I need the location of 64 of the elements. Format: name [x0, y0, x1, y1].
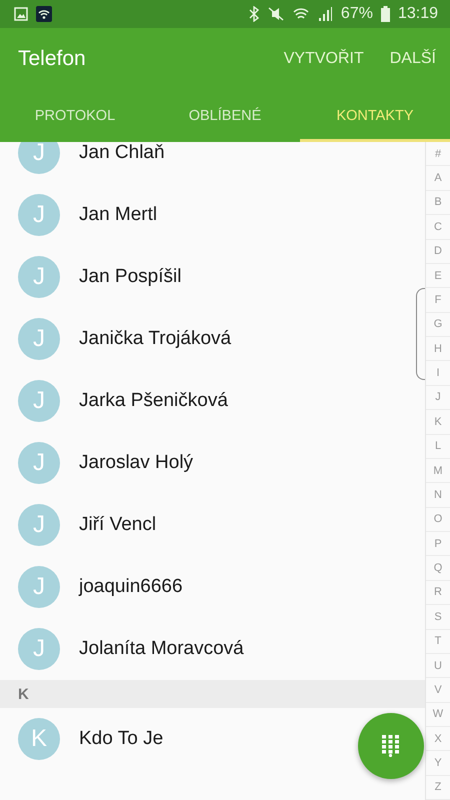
tab[interactable]: PROTOKOL — [0, 90, 150, 142]
gallery-icon — [14, 7, 28, 21]
battery-percent: 67% — [340, 5, 373, 23]
index-letter[interactable]: E — [426, 264, 450, 288]
index-letter[interactable]: M — [426, 458, 450, 484]
index-letter[interactable]: R — [426, 580, 450, 606]
index-letter[interactable]: V — [426, 678, 450, 703]
mute-icon — [266, 6, 285, 22]
index-letter[interactable]: Z — [426, 776, 450, 800]
action-button[interactable]: VYTVOŘIT — [284, 44, 364, 74]
index-letter[interactable]: Y — [426, 751, 450, 776]
app-title: Telefon — [18, 47, 86, 71]
index-letter[interactable]: W — [426, 702, 450, 727]
clock: 13:19 — [398, 5, 438, 23]
index-letter[interactable]: D — [426, 240, 450, 264]
contact-avatar: J — [18, 142, 60, 174]
contact-avatar: J — [18, 194, 60, 236]
contact-avatar: J — [18, 566, 60, 608]
index-letter[interactable]: P — [426, 532, 450, 556]
index-letter[interactable]: K — [426, 410, 450, 434]
alphabet-index[interactable]: # A B C D E F G H I J K L M N O P Q R S T U V W X Y Z — [425, 142, 450, 800]
contact-name[interactable]: Janička Trojáková — [79, 328, 232, 350]
index-letter[interactable]: Q — [426, 556, 450, 581]
index-letter[interactable]: # — [426, 142, 450, 166]
index-letter[interactable]: U — [426, 654, 450, 678]
battery-icon — [380, 6, 390, 22]
contact-name[interactable]: Jolaníta Moravcová — [79, 638, 244, 660]
contact-name[interactable]: Jan Pospíšil — [79, 266, 182, 288]
contact-name[interactable]: Jan Mertl — [79, 204, 158, 226]
bluetooth-icon — [248, 6, 259, 22]
contact-name[interactable]: Jaroslav Holý — [79, 452, 194, 474]
index-letter[interactable]: H — [426, 337, 450, 362]
dialpad-button[interactable] — [358, 713, 424, 779]
tab[interactable]: OBLÍBENÉ — [150, 90, 300, 142]
action-button[interactable]: DALŠÍ — [390, 44, 436, 74]
contact-name[interactable]: Jarka Pšeničková — [79, 390, 228, 412]
contact-avatar: J — [18, 380, 60, 422]
section-letter: K — [18, 686, 29, 702]
index-letter[interactable]: A — [426, 166, 450, 191]
index-letter[interactable]: S — [426, 605, 450, 630]
contact-name[interactable]: Kdo To Je — [79, 728, 164, 750]
dialpad-icon — [382, 735, 400, 757]
index-letter[interactable]: N — [426, 483, 450, 508]
index-letter[interactable]: F — [426, 288, 450, 313]
index-letter[interactable]: C — [426, 215, 450, 240]
contact-name[interactable]: Jiří Vencl — [79, 514, 156, 536]
index-letter[interactable]: O — [426, 508, 450, 532]
contact-avatar: J — [18, 628, 60, 670]
wifi-icon — [36, 6, 52, 22]
contact-avatar: J — [18, 318, 60, 360]
index-letter[interactable]: T — [426, 630, 450, 654]
contact-name[interactable]: joaquin6666 — [79, 576, 183, 598]
contact-name[interactable]: Jan Chlaň — [79, 142, 165, 164]
index-letter[interactable]: G — [426, 312, 450, 337]
index-letter[interactable]: I — [426, 361, 450, 386]
contact-avatar: J — [18, 442, 60, 484]
index-letter[interactable]: J — [426, 386, 450, 410]
index-letter[interactable]: B — [426, 190, 450, 216]
contact-avatar: J — [18, 256, 60, 298]
contact-avatar: J — [18, 504, 60, 546]
signal-icon — [316, 6, 333, 22]
index-letter[interactable]: X — [426, 727, 450, 752]
contact-avatar: K — [18, 718, 60, 760]
index-letter[interactable]: L — [426, 434, 450, 459]
